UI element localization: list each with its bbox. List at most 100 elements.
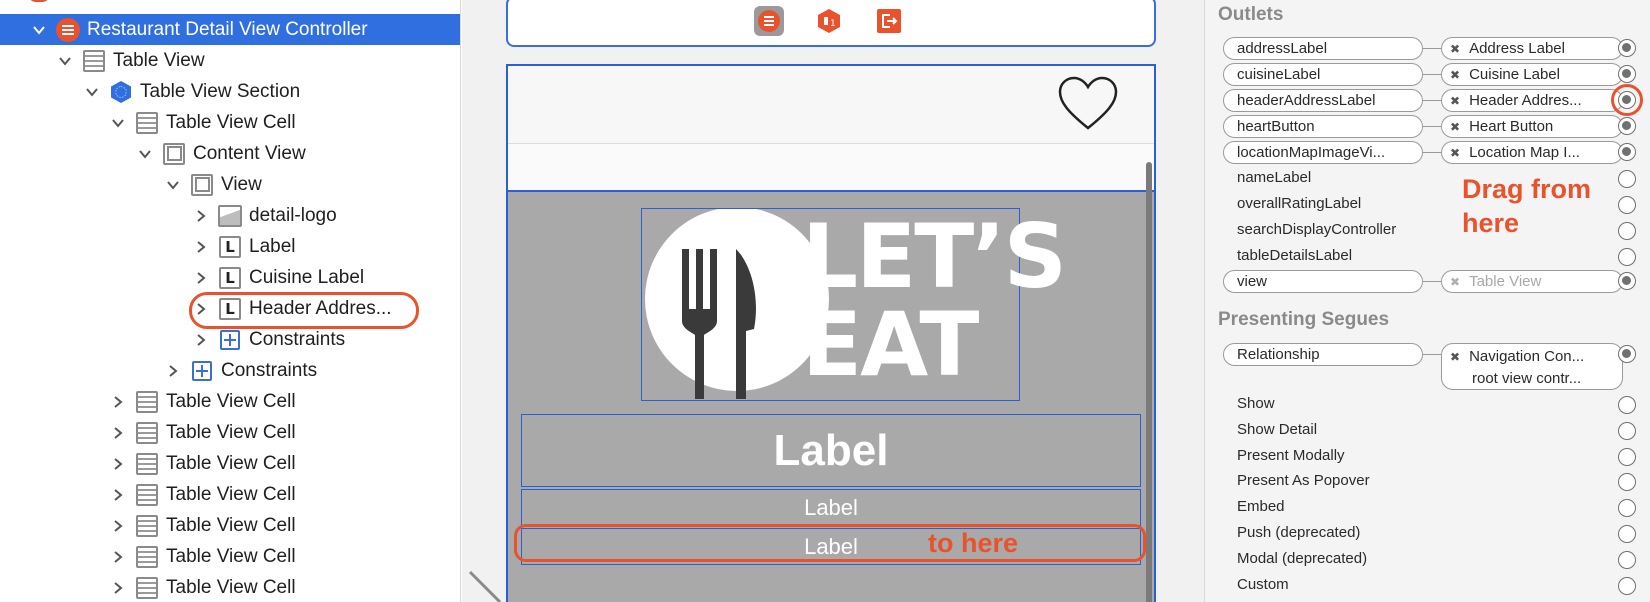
outline-item-table-view-cell[interactable]: Table View Cell [0,417,460,448]
chevron-down-icon[interactable] [30,21,48,39]
chevron-down-icon[interactable] [83,83,101,101]
view-controller-icon[interactable] [754,6,784,36]
segue-empty-circle[interactable] [1618,396,1636,414]
relationship-connection[interactable]: ✖ Navigation Con... root view contr... [1441,343,1623,390]
chevron-down-icon[interactable] [164,176,182,194]
outline-item-content-view[interactable]: Content View [0,138,460,169]
outlet-connection[interactable]: ✖ Header Addres... [1441,89,1623,112]
outlet-connected-dot[interactable] [1618,143,1636,161]
disconnect-x-icon[interactable]: ✖ [1450,120,1460,134]
outlets-section-title: Outlets [1218,4,1284,25]
segue-empty-circle[interactable] [1618,499,1636,517]
outlet-connected-dot[interactable] [1618,39,1636,57]
exit-icon[interactable] [874,6,904,36]
segue-label: Custom [1237,576,1289,593]
document-outline: Restaurant Detail View Controller Table … [0,0,461,602]
segue-connected-dot[interactable] [1618,345,1636,363]
name-label[interactable]: Label [521,414,1141,487]
detail-logo-image[interactable]: LET’S EAT [641,207,1067,401]
outline-item-table-view-section[interactable]: Table View Section [0,76,460,107]
segue-empty-circle[interactable] [1618,551,1636,569]
resize-handle[interactable] [466,568,502,602]
label-icon: L [218,235,242,259]
outlet-empty-circle[interactable] [1618,248,1636,266]
segue-empty-circle[interactable] [1618,473,1636,491]
outline-item-constraints[interactable]: Constraints [0,324,460,355]
first-responder-icon[interactable]: 1 [814,6,844,36]
outlet-connected-dot[interactable] [1618,65,1636,83]
outline-item-label: Table View Cell [166,483,296,505]
table-view-cell-icon [135,452,159,476]
outline-item-table-view-cell[interactable]: Table View Cell [0,510,460,541]
outline-item-cuisine-label[interactable]: L Cuisine Label [0,262,460,293]
outline-item-table-view-cell[interactable]: Table View Cell [0,448,460,479]
segue-empty-circle[interactable] [1618,422,1636,440]
outlet-connection[interactable]: ✖ Location Map I... [1441,141,1623,164]
disconnect-x-icon[interactable]: ✖ [1450,68,1460,82]
header-table-view-cell[interactable]: LET’S EAT Label Label Label to here [508,190,1154,602]
chevron-right-icon[interactable] [192,207,210,225]
outlet-connected-dot[interactable] [1618,117,1636,135]
chevron-right-icon[interactable] [109,393,127,411]
chevron-right-icon[interactable] [109,424,127,442]
table-view-cell-icon [135,483,159,507]
segue-name: Relationship [1223,343,1423,366]
outlet-name-label: nameLabel [1237,169,1312,186]
segue-empty-circle[interactable] [1618,448,1636,466]
outline-item-table-view[interactable]: Table View [0,45,460,76]
table-view-cell-icon [135,514,159,538]
outlet-connection[interactable]: ✖ Table View [1441,270,1623,293]
disconnect-x-icon[interactable]: ✖ [1450,42,1460,56]
outline-item-table-view-cell[interactable]: Table View Cell [0,541,460,572]
cuisine-label-text: Label [804,494,858,520]
outline-top-cut [28,0,50,2]
disconnect-x-icon[interactable]: ✖ [1450,146,1460,160]
table-view-section-icon [109,80,133,104]
heart-button[interactable] [1056,74,1120,134]
segue-empty-circle[interactable] [1618,577,1636,595]
scrollbar[interactable] [1146,162,1152,602]
chevron-down-icon[interactable] [56,52,74,70]
chevron-right-icon[interactable] [109,579,127,597]
relationship-target: Navigation Con... [1469,348,1585,365]
outlet-name-label: overallRatingLabel [1237,195,1362,212]
outline-item-view[interactable]: View [0,169,460,200]
outlet-connection[interactable]: ✖ Cuisine Label [1441,63,1623,86]
drop-target-highlight-ring [514,524,1146,562]
name-label-text: Label [773,425,889,475]
table-view-scene[interactable]: LET’S EAT Label Label Label to here [506,64,1156,602]
cuisine-label[interactable]: Label [521,489,1141,526]
outline-item-label[interactable]: L Label [0,231,460,262]
outline-item-table-view-cell[interactable]: Table View Cell [0,572,460,602]
disconnect-x-icon[interactable]: ✖ [1450,275,1460,289]
chevron-down-icon[interactable] [109,114,127,132]
segue-label: Modal (deprecated) [1237,550,1368,567]
outlet-name: locationMapImageVi... [1223,141,1423,164]
outlet-connected-dot[interactable] [1618,272,1636,290]
outline-item-label: Table View Cell [166,576,296,598]
outline-item-table-view-cell[interactable]: Table View Cell [0,479,460,510]
disconnect-x-icon[interactable]: ✖ [1450,94,1460,108]
outline-item-label: Label [249,235,296,257]
chevron-right-icon[interactable] [192,331,210,349]
chevron-right-icon[interactable] [164,362,182,380]
chevron-right-icon[interactable] [192,269,210,287]
image-view-icon [218,204,242,228]
chevron-right-icon[interactable] [109,486,127,504]
disconnect-x-icon[interactable]: ✖ [1450,350,1460,364]
outlet-connection[interactable]: ✖ Heart Button [1441,115,1623,138]
storyboard-canvas[interactable]: 1 LET’S EAT Label Label Label to here [462,0,1204,602]
chevron-down-icon[interactable] [136,145,154,163]
segue-label: Present As Popover [1237,472,1370,489]
chevron-right-icon[interactable] [109,455,127,473]
chevron-right-icon[interactable] [109,548,127,566]
outline-item-table-view-cell[interactable]: Table View Cell [0,107,460,138]
outline-item-detail-logo[interactable]: detail-logo [0,200,460,231]
outline-item-restaurant-detail-view-controller[interactable]: Restaurant Detail View Controller [0,14,460,45]
outline-item-table-view-cell[interactable]: Table View Cell [0,386,460,417]
outline-item-constraints[interactable]: Constraints [0,355,460,386]
segue-empty-circle[interactable] [1618,525,1636,543]
outlet-connection[interactable]: ✖ Address Label [1441,37,1623,60]
chevron-right-icon[interactable] [192,238,210,256]
chevron-right-icon[interactable] [109,517,127,535]
